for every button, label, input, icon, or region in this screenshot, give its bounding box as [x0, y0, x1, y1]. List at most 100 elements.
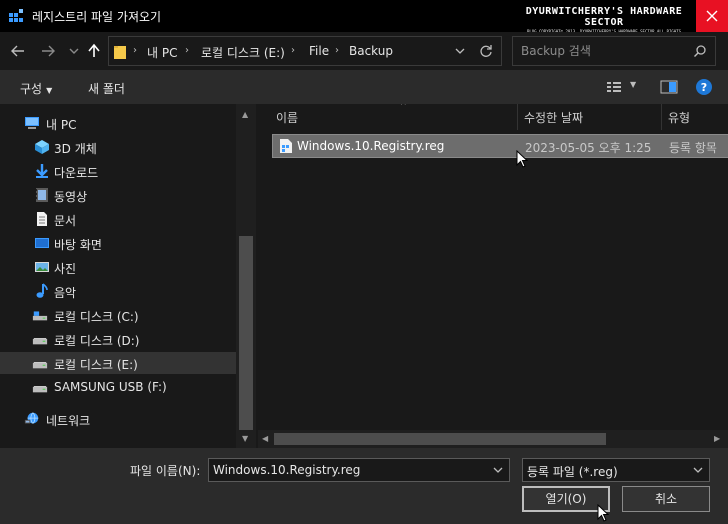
column-header-name[interactable]: 이름 ^: [270, 104, 518, 130]
address-bar[interactable]: › 내 PC › 로컬 디스크 (E:) › File › Backup: [108, 36, 502, 66]
sidebar-item-label: 로컬 디스크 (D:): [54, 334, 140, 348]
sidebar-item-label: 사진: [54, 262, 77, 276]
pictures-icon: [35, 262, 49, 272]
preview-pane-icon[interactable]: [660, 80, 678, 94]
sidebar-item-label: 다운로드: [54, 166, 99, 180]
registry-file-icon: [280, 139, 292, 153]
command-bar: 구성 ▼ 새 폴더 ▼ ?: [0, 70, 728, 104]
scroll-left-icon[interactable]: ◀: [262, 434, 268, 443]
breadcrumb-separator-icon[interactable]: ›: [291, 45, 295, 56]
address-history-dropdown-icon[interactable]: [455, 47, 465, 55]
column-header-label: 이름: [276, 111, 299, 125]
watermark-main: DYURWITCHERRY'S HARDWARE SECTOR: [525, 6, 683, 28]
view-options-caret-icon[interactable]: ▼: [630, 80, 636, 89]
sidebar-item-label: 음악: [54, 286, 77, 300]
search-icon[interactable]: [693, 44, 707, 58]
organize-label: 구성: [20, 82, 43, 96]
file-list-pane: 이름 ^ 수정한 날짜 유형 Windows.10.Registry.reg 2…: [258, 104, 728, 448]
sidebar-item-3d-objects[interactable]: 3D 개체: [0, 136, 236, 158]
up-arrow-icon[interactable]: [86, 43, 102, 59]
music-icon: [36, 283, 48, 298]
mouse-cursor-icon: [516, 150, 528, 168]
breadcrumb-separator-icon[interactable]: ›: [335, 45, 339, 56]
file-type-select[interactable]: 등록 파일 (*.reg): [522, 458, 710, 482]
3d-objects-icon: [35, 140, 49, 154]
drive-icon: [32, 338, 48, 345]
new-folder-button[interactable]: 새 폴더: [88, 80, 125, 97]
scroll-down-icon[interactable]: ▼: [242, 434, 248, 443]
sidebar-item-label: 네트워크: [46, 414, 91, 428]
scrollbar-thumb[interactable]: [274, 433, 606, 445]
sidebar-item-local-disk-d[interactable]: 로컬 디스크 (D:): [0, 328, 236, 350]
cancel-button[interactable]: 취소: [622, 486, 710, 512]
sidebar-item-pictures[interactable]: 사진: [0, 256, 236, 278]
column-header-label: 수정한 날짜: [524, 111, 584, 125]
sidebar-item-videos[interactable]: 동영상: [0, 184, 236, 206]
sidebar-item-documents[interactable]: 문서: [0, 208, 236, 230]
breadcrumb-local-disk-e[interactable]: 로컬 디스크 (E:): [201, 44, 285, 61]
sidebar-item-music[interactable]: 음악: [0, 280, 236, 302]
file-row[interactable]: Windows.10.Registry.reg 2023-05-05 오후 1:…: [272, 134, 728, 158]
svg-text:?: ?: [701, 81, 707, 94]
caret-down-icon: ▼: [46, 86, 53, 95]
window-title: 레지스트리 파일 가져오기: [32, 10, 162, 24]
search-box[interactable]: [512, 36, 716, 66]
filename-combobox[interactable]: [208, 458, 510, 482]
help-icon[interactable]: ?: [696, 79, 712, 95]
sidebar-item-network[interactable]: 네트워크: [0, 408, 236, 430]
sidebar-item-downloads[interactable]: 다운로드: [0, 160, 236, 182]
file-date-modified: 2023-05-05 오후 1:25: [525, 141, 652, 155]
drive-icon: [32, 311, 48, 321]
sidebar-item-local-disk-c[interactable]: 로컬 디스크 (C:): [0, 304, 236, 326]
sidebar-item-this-pc[interactable]: 내 PC: [0, 112, 236, 134]
sidebar-item-label: SAMSUNG USB (F:): [54, 380, 167, 394]
scroll-up-icon[interactable]: ▲: [242, 110, 248, 119]
navigation-bar: › 내 PC › 로컬 디스크 (E:) › File › Backup: [0, 32, 728, 70]
sidebar-item-label: 바탕 화면: [54, 238, 102, 252]
organize-button[interactable]: 구성 ▼: [20, 80, 52, 97]
sidebar-item-label: 3D 개체: [54, 142, 97, 156]
title-bar: 레지스트리 파일 가져오기 DYURWITCHERRY'S HARDWARE S…: [0, 0, 728, 39]
registry-editor-icon: [9, 9, 23, 22]
close-icon: [706, 10, 718, 22]
column-header-type[interactable]: 유형: [662, 104, 728, 130]
mouse-cursor-icon: [597, 504, 609, 522]
sidebar-item-label: 로컬 디스크 (C:): [54, 310, 139, 324]
breadcrumb-file[interactable]: File: [309, 44, 329, 58]
sidebar-item-label: 로컬 디스크 (E:): [54, 358, 138, 372]
recent-locations-chevron-icon[interactable]: [66, 43, 82, 59]
breadcrumb-separator-icon[interactable]: ›: [185, 45, 189, 56]
column-header-label: 유형: [668, 111, 691, 125]
forward-arrow-icon[interactable]: [40, 43, 56, 59]
filename-input[interactable]: [213, 462, 483, 478]
file-pane-horizontal-scrollbar[interactable]: ◀ ▶: [258, 430, 728, 448]
breadcrumb-backup[interactable]: Backup: [349, 44, 393, 58]
dialog-footer: 파일 이름(N): 등록 파일 (*.reg) 열기(O) 취소: [0, 448, 728, 524]
refresh-icon[interactable]: [479, 44, 493, 58]
column-header-date-modified[interactable]: 수정한 날짜: [518, 104, 662, 130]
back-arrow-icon[interactable]: [10, 43, 26, 59]
sidebar-item-label: 내 PC: [46, 118, 77, 132]
search-input[interactable]: [521, 43, 681, 59]
navigation-pane: 내 PC 3D 개체 다운로드 동영상 문서 바탕 화면 사진 음악 로컬 디스…: [0, 104, 256, 448]
breadcrumb-separator-icon: ›: [133, 45, 137, 56]
folder-icon: [114, 46, 126, 59]
nav-pane-scrollbar[interactable]: ▲ ▼: [236, 104, 256, 448]
sidebar-item-local-disk-e[interactable]: 로컬 디스크 (E:): [0, 352, 236, 374]
filename-label: 파일 이름(N):: [130, 464, 201, 478]
chevron-down-icon[interactable]: [693, 465, 703, 475]
scroll-right-icon[interactable]: ▶: [714, 434, 720, 443]
sort-ascending-icon: ^: [400, 104, 407, 110]
chevron-down-icon[interactable]: [493, 465, 503, 475]
sidebar-item-samsung-usb[interactable]: SAMSUNG USB (F:): [0, 376, 236, 398]
file-type-value: 등록 파일 (*.reg): [527, 465, 618, 479]
download-icon: [36, 164, 48, 178]
view-options-icon[interactable]: [606, 80, 622, 94]
scrollbar-thumb[interactable]: [239, 236, 253, 430]
network-icon: [24, 412, 39, 424]
close-button[interactable]: [696, 0, 728, 32]
document-icon: [37, 212, 47, 226]
breadcrumb-this-pc[interactable]: 내 PC: [147, 44, 177, 61]
sidebar-item-desktop[interactable]: 바탕 화면: [0, 232, 236, 254]
sidebar-item-label: 동영상: [54, 190, 88, 204]
